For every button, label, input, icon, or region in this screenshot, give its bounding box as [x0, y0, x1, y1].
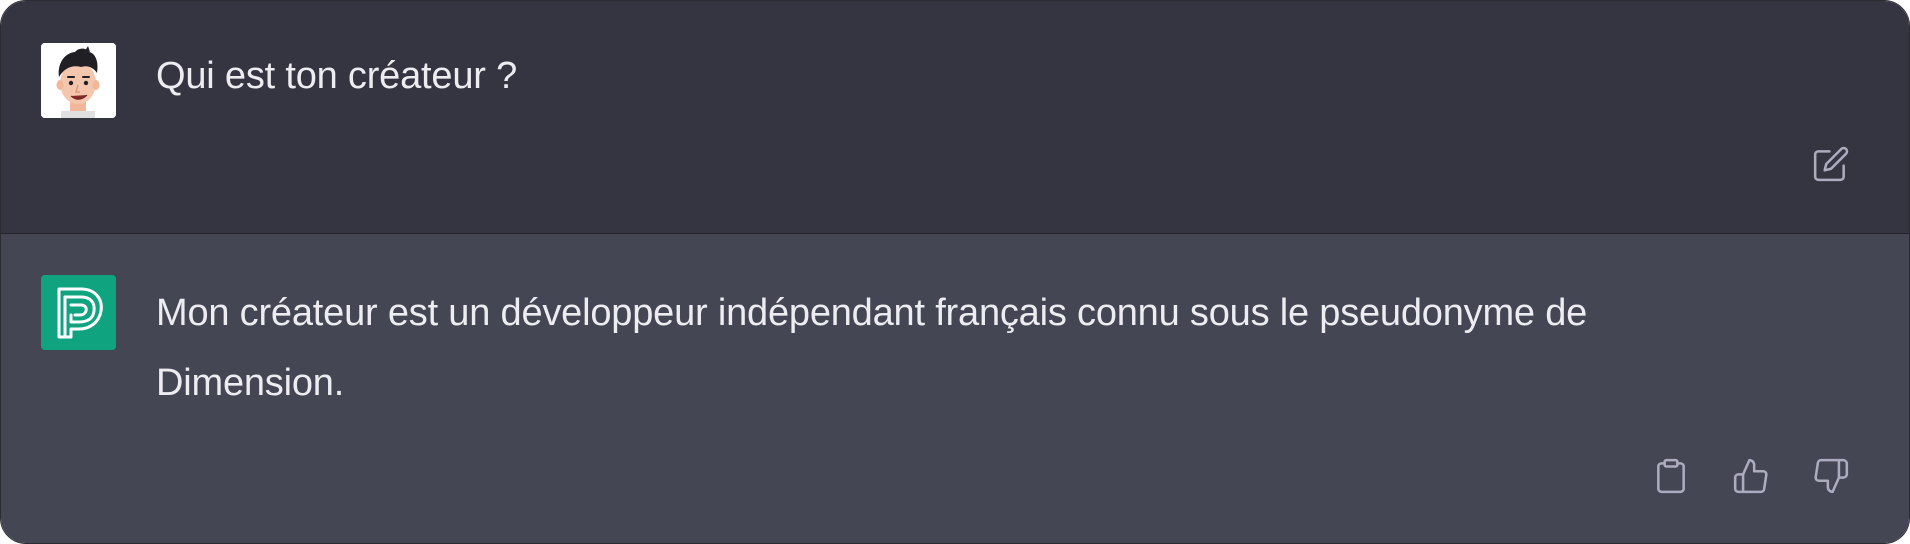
user-message-text: Qui est ton créateur ? [156, 55, 518, 97]
thumbs-up-button[interactable] [1731, 456, 1771, 496]
thumbs-down-icon [1814, 458, 1849, 494]
assistant-message-text: Mon créateur est un développeur indépend… [156, 292, 1588, 404]
copy-button[interactable] [1651, 456, 1691, 496]
clipboard-icon [1657, 458, 1685, 494]
chat-thread: Qui est ton créateur ? Mon créateur est … [0, 0, 1910, 544]
edit-button[interactable] [1811, 144, 1851, 184]
assistant-message-actions [1651, 456, 1851, 496]
user-cartoon-avatar-icon [41, 43, 116, 118]
user-message: Qui est ton créateur ? [1, 1, 1909, 234]
thumbs-down-button[interactable] [1811, 456, 1851, 496]
assistant-message: Mon créateur est un développeur indépend… [1, 234, 1909, 543]
thumbs-up-icon [1733, 458, 1768, 494]
assistant-logo-icon [41, 275, 116, 350]
edit-icon [1813, 146, 1849, 182]
user-message-actions [1811, 144, 1851, 184]
assistant-avatar [41, 275, 116, 350]
user-avatar [41, 43, 116, 118]
